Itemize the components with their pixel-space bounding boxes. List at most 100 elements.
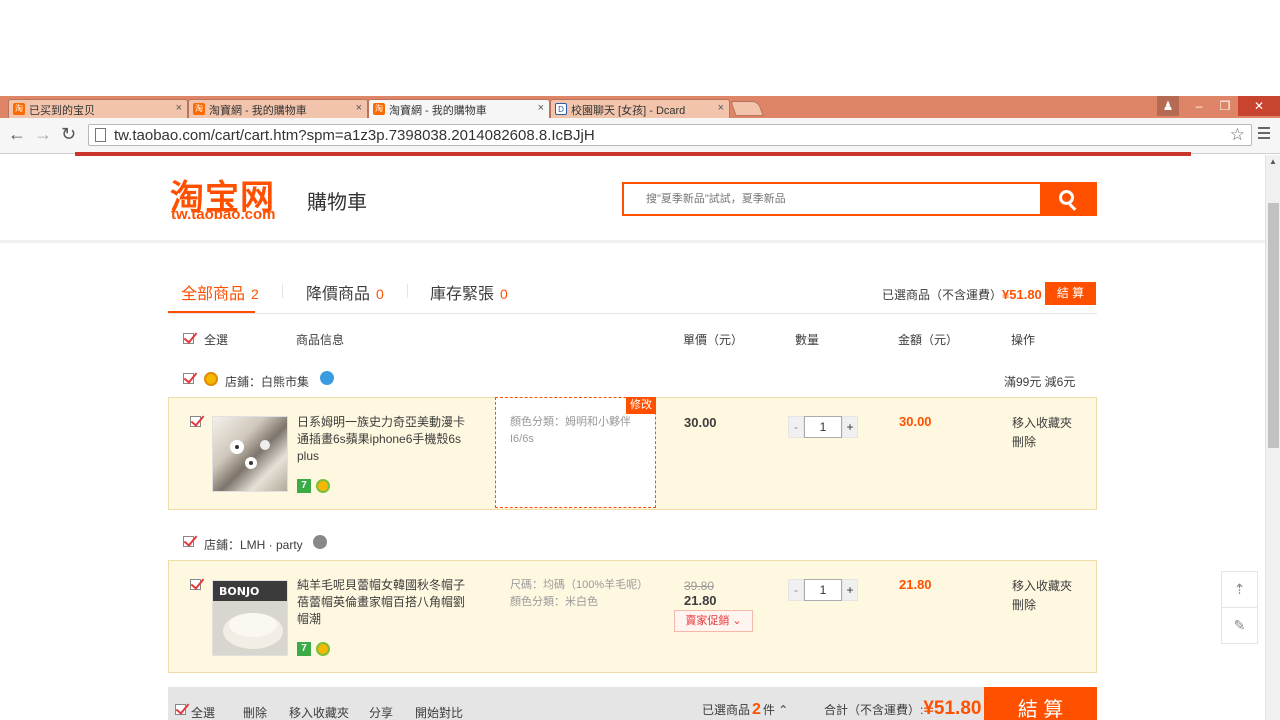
selected-summary-label: 已選商品（不含運費） bbox=[882, 288, 1003, 302]
item-checkbox[interactable] bbox=[190, 579, 201, 590]
shop-checkbox[interactable] bbox=[183, 373, 194, 384]
gold-seller-icon bbox=[316, 479, 330, 493]
select-all-label[interactable]: 全選 bbox=[191, 704, 215, 720]
move-to-favorites-link[interactable]: 移入收藏夾 bbox=[1012, 414, 1072, 433]
profile-icon[interactable]: ♟ bbox=[1157, 96, 1179, 116]
product-image[interactable] bbox=[212, 416, 288, 492]
shop-checkbox[interactable] bbox=[183, 536, 194, 547]
seven-day-return-icon: 7 bbox=[297, 479, 311, 493]
shop-name[interactable]: 店鋪：白熊市集 bbox=[225, 373, 309, 390]
product-title[interactable]: 日系姆明一族史力奇亞美動漫卡通插畫6s蘋果iphone6手機殼6s plus bbox=[297, 414, 472, 465]
tab-label: 庫存緊張 bbox=[430, 286, 495, 303]
page-scrollbar[interactable]: ▲ bbox=[1265, 155, 1280, 720]
chat-icon[interactable] bbox=[320, 371, 334, 385]
total-label: 合計（不含運費）: bbox=[824, 703, 924, 717]
tab-price-drop[interactable]: 降價商品 0 bbox=[306, 280, 384, 304]
selected-count-number: 2 bbox=[752, 701, 761, 718]
selected-summary: 已選商品（不含運費）¥51.80 bbox=[882, 286, 1042, 303]
total-summary: 合計（不含運費）:¥51.80 bbox=[824, 698, 981, 720]
delete-link[interactable]: 刪除 bbox=[1012, 596, 1072, 615]
item-total: 30.00 bbox=[899, 414, 932, 429]
shop-name[interactable]: 店鋪：LMH · party bbox=[204, 536, 303, 553]
delete-selected-link[interactable]: 刪除 bbox=[243, 704, 267, 720]
qty-minus-button[interactable]: - bbox=[788, 416, 804, 438]
seller-promo-dropdown[interactable]: 賣家促銷 ⌄ bbox=[674, 610, 753, 632]
forward-icon[interactable]: → bbox=[34, 124, 52, 145]
qty-plus-button[interactable]: + bbox=[842, 416, 858, 438]
qty-plus-button[interactable]: + bbox=[842, 579, 858, 601]
browser-tab-cart-1[interactable]: 淘 淘寶網 - 我的購物車 × bbox=[188, 99, 368, 118]
reload-icon[interactable]: ↻ bbox=[61, 124, 76, 145]
sku-info: 尺碼：均碼（100%羊毛呢） 顏色分類：米白色 bbox=[510, 577, 650, 611]
checkout-button[interactable]: 結 算 bbox=[984, 687, 1097, 720]
checkout-button-top[interactable]: 結 算 bbox=[1045, 282, 1096, 305]
feedback-edit-icon[interactable]: ✎ bbox=[1221, 607, 1258, 644]
move-selected-to-favorites-link[interactable]: 移入收藏夾 bbox=[289, 704, 349, 720]
qty-minus-button[interactable]: - bbox=[788, 579, 804, 601]
browser-tab-label: 淘寶網 - 我的購物車 bbox=[209, 105, 307, 117]
tab-close-icon[interactable]: × bbox=[718, 102, 724, 114]
browser-menu-icon[interactable] bbox=[1258, 127, 1270, 142]
tab-count: 0 bbox=[376, 286, 384, 302]
browser-tab-purchased[interactable]: 淘 已买到的宝贝 × bbox=[8, 99, 188, 118]
search-box bbox=[622, 182, 1042, 216]
quantity-input[interactable]: 1 bbox=[804, 579, 842, 601]
page-title: 購物車 bbox=[307, 192, 367, 214]
scroll-thumb[interactable] bbox=[1268, 203, 1279, 448]
original-price: 39.80 bbox=[684, 579, 715, 593]
product-title[interactable]: 純羊毛呢貝蕾帽女韓國秋冬帽子蓓蕾帽英倫畫家帽百搭八角帽劉帽潮 bbox=[297, 577, 472, 628]
quantity-input[interactable]: 1 bbox=[804, 416, 842, 438]
search-input[interactable] bbox=[646, 193, 1026, 205]
gold-seller-icon bbox=[316, 642, 330, 656]
item-operations: 移入收藏夾 刪除 bbox=[1012, 414, 1072, 452]
tab-close-icon[interactable]: × bbox=[176, 102, 182, 114]
taobao-logo-domain[interactable]: tw.taobao.com bbox=[171, 206, 275, 223]
chat-offline-icon[interactable] bbox=[313, 535, 327, 549]
scroll-up-icon[interactable]: ▲ bbox=[1269, 157, 1277, 166]
tab-close-icon[interactable]: × bbox=[356, 102, 362, 114]
tab-close-icon[interactable]: × bbox=[538, 102, 544, 114]
svg-text:BONJO: BONJO bbox=[219, 585, 259, 598]
browser-tab-cart-active[interactable]: 淘 淘寶網 - 我的購物車 × bbox=[368, 99, 550, 119]
search-button[interactable] bbox=[1040, 182, 1097, 216]
address-bar[interactable]: tw.taobao.com/cart/cart.htm?spm=a1z3p.73… bbox=[88, 124, 1252, 146]
back-icon[interactable]: ← bbox=[8, 124, 26, 145]
bottom-checkout-bar: 全選 刪除 移入收藏夾 分享 開始對比 已選商品 2 件 ⌃ 合計（不含運費）:¥5… bbox=[168, 687, 1097, 720]
browser-tab-label: 已买到的宝贝 bbox=[29, 105, 95, 117]
move-to-favorites-link[interactable]: 移入收藏夾 bbox=[1012, 577, 1072, 596]
column-operation: 操作 bbox=[1011, 333, 1036, 347]
product-image[interactable]: BONJO bbox=[212, 580, 288, 656]
taobao-favicon-icon: 淘 bbox=[193, 103, 205, 115]
selected-count[interactable]: 已選商品 2 件 ⌃ bbox=[702, 701, 788, 719]
window-close-button[interactable]: ✕ bbox=[1238, 96, 1280, 116]
sku-line: 顏色分類：姆明和小夥伴 bbox=[510, 416, 631, 428]
page-icon bbox=[95, 128, 106, 142]
tab-count: 0 bbox=[500, 286, 508, 302]
maximize-button[interactable]: ❐ bbox=[1212, 96, 1238, 116]
back-to-top-icon[interactable]: ⇡ bbox=[1221, 571, 1258, 608]
item-checkbox[interactable] bbox=[190, 416, 201, 427]
tab-label: 降價商品 bbox=[306, 286, 371, 303]
tab-all-items[interactable]: 全部商品 2 bbox=[181, 280, 259, 304]
minimize-button[interactable]: – bbox=[1186, 96, 1212, 116]
edit-sku-button[interactable]: 修改 bbox=[626, 397, 656, 414]
bookmark-star-icon[interactable]: ☆ bbox=[1230, 125, 1245, 145]
share-link[interactable]: 分享 bbox=[369, 704, 393, 720]
shop-promo[interactable]: 滿99元 減6元 bbox=[1004, 373, 1075, 390]
taobao-favicon-icon: 淘 bbox=[13, 103, 25, 115]
select-all-checkbox[interactable] bbox=[183, 333, 194, 344]
item-total: 21.80 bbox=[899, 577, 932, 592]
taobao-favicon-icon: 淘 bbox=[373, 103, 385, 115]
tab-low-stock[interactable]: 庫存緊張 0 bbox=[430, 280, 508, 304]
top-banner bbox=[75, 152, 1191, 156]
tab-label: 全部商品 bbox=[181, 286, 246, 303]
browser-tab-dcard[interactable]: D 校園聊天 [女孩] - Dcard × bbox=[550, 99, 730, 118]
column-quantity: 數量 bbox=[795, 333, 820, 347]
delete-link[interactable]: 刪除 bbox=[1012, 433, 1072, 452]
unit-price: 30.00 bbox=[684, 415, 717, 430]
item-operations: 移入收藏夾 刪除 bbox=[1012, 577, 1072, 615]
new-tab-button[interactable] bbox=[730, 101, 764, 116]
compare-link[interactable]: 開始對比 bbox=[415, 704, 463, 720]
browser-toolbar: ← → ↻ tw.taobao.com/cart/cart.htm?spm=a1… bbox=[0, 118, 1280, 154]
select-all-checkbox-bottom[interactable] bbox=[175, 704, 186, 715]
